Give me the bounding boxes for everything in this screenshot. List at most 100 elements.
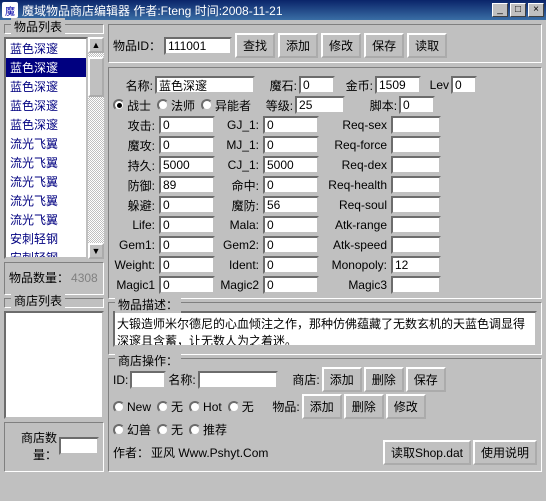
list-item[interactable]: 蓝色深邃 — [6, 39, 86, 58]
field-label: Gem1: — [113, 238, 157, 252]
close-button[interactable]: × — [528, 3, 544, 17]
radio-mage[interactable]: 法师 — [157, 97, 195, 114]
scroll-down-icon[interactable]: ▼ — [88, 243, 104, 259]
scroll-thumb[interactable] — [88, 57, 104, 97]
field-input[interactable] — [391, 256, 441, 274]
add-button[interactable]: 添加 — [278, 33, 318, 58]
list-item[interactable]: 流光飞翼 — [6, 134, 86, 153]
radio-none1[interactable]: 无 — [157, 398, 183, 415]
list-item[interactable]: 蓝色深邃 — [6, 58, 86, 77]
field-input[interactable] — [391, 116, 441, 134]
stone-label: 魔石: — [257, 77, 297, 94]
list-item[interactable]: 安刺轻钢 — [6, 229, 86, 248]
level-label: 等级: — [257, 97, 293, 114]
field-label: Atk-speed — [321, 238, 389, 252]
field-label: Ident: — [217, 258, 261, 272]
field-input[interactable] — [391, 216, 441, 234]
field-input[interactable] — [263, 236, 319, 254]
radio-hot[interactable]: Hot — [189, 400, 222, 414]
field-label: Magic2 — [217, 278, 261, 292]
field-input[interactable] — [391, 196, 441, 214]
field-input[interactable] — [263, 176, 319, 194]
list-item[interactable]: 蓝色深邃 — [6, 77, 86, 96]
field-input[interactable] — [159, 136, 215, 154]
level-input[interactable] — [295, 96, 345, 114]
shop-add-button[interactable]: 添加 — [322, 367, 362, 392]
list-item[interactable]: 安刺轻钢 — [6, 248, 86, 259]
item-listbox[interactable]: 蓝色深邃蓝色深邃蓝色深邃蓝色深邃蓝色深邃流光飞翼流光飞翼流光飞翼流光飞翼流光飞翼… — [4, 37, 88, 259]
scroll-up-icon[interactable]: ▲ — [88, 37, 104, 53]
field-input[interactable] — [159, 216, 215, 234]
name-input[interactable] — [155, 76, 255, 94]
list-item[interactable]: 流光飞翼 — [6, 153, 86, 172]
field-input[interactable] — [391, 156, 441, 174]
shop-count-input[interactable] — [59, 437, 99, 455]
field-label: 躲避: — [113, 197, 157, 214]
find-button[interactable]: 查找 — [235, 33, 275, 58]
author-value: 亚风 Www.Pshyt.Com — [151, 444, 268, 461]
shop-count-label: 商店数量： — [9, 429, 57, 463]
desc-textarea[interactable] — [113, 311, 537, 347]
field-input[interactable] — [263, 196, 319, 214]
list-item[interactable]: 流光飞翼 — [6, 191, 86, 210]
radio-fantasy[interactable]: 幻兽 — [113, 421, 151, 438]
help-button[interactable]: 使用说明 — [473, 440, 537, 465]
radio-none3[interactable]: 无 — [157, 421, 183, 438]
item-modify-button[interactable]: 修改 — [386, 394, 426, 419]
shop-save-button[interactable]: 保存 — [406, 367, 446, 392]
radio-rec[interactable]: 推荐 — [189, 421, 227, 438]
shop-listbox[interactable] — [4, 311, 104, 419]
shop-del-button[interactable]: 删除 — [364, 367, 404, 392]
item-add-button[interactable]: 添加 — [302, 394, 342, 419]
scrollbar[interactable]: ▲ ▼ — [88, 37, 104, 259]
item-label: 物品: — [260, 398, 300, 415]
field-input[interactable] — [159, 256, 215, 274]
field-input[interactable] — [391, 176, 441, 194]
item-count-value: 4308 — [71, 271, 98, 285]
list-item[interactable]: 流光飞翼 — [6, 172, 86, 191]
field-label: Req-dex — [321, 158, 389, 172]
shop-name-input[interactable] — [198, 371, 278, 389]
stone-input[interactable] — [299, 76, 335, 94]
field-input[interactable] — [159, 176, 215, 194]
field-input[interactable] — [159, 196, 215, 214]
lev-label: Lev — [423, 78, 449, 92]
lev-input[interactable] — [451, 76, 477, 94]
field-input[interactable] — [391, 276, 441, 294]
field-input[interactable] — [263, 156, 319, 174]
read-shop-button[interactable]: 读取Shop.dat — [383, 440, 471, 465]
field-input[interactable] — [391, 136, 441, 154]
radio-new[interactable]: New — [113, 400, 151, 414]
item-id-label: 物品ID： — [113, 37, 161, 54]
radio-warrior[interactable]: 战士 — [113, 97, 151, 114]
list-item[interactable]: 蓝色深邃 — [6, 115, 86, 134]
field-input[interactable] — [263, 256, 319, 274]
field-input[interactable] — [159, 156, 215, 174]
field-input[interactable] — [263, 276, 319, 294]
shoplist-title: 商店列表 — [11, 292, 65, 309]
minimize-button[interactable]: _ — [492, 3, 508, 17]
field-input[interactable] — [391, 236, 441, 254]
field-input[interactable] — [263, 216, 319, 234]
list-item[interactable]: 流光飞翼 — [6, 210, 86, 229]
read-button[interactable]: 读取 — [407, 33, 447, 58]
field-input[interactable] — [263, 136, 319, 154]
field-input[interactable] — [159, 276, 215, 294]
field-input[interactable] — [159, 236, 215, 254]
radio-none2[interactable]: 无 — [228, 398, 254, 415]
save-button[interactable]: 保存 — [364, 33, 404, 58]
name-label: 名称: — [113, 77, 153, 94]
list-item[interactable]: 蓝色深邃 — [6, 96, 86, 115]
field-input[interactable] — [263, 116, 319, 134]
script-label: 脚本: — [347, 97, 397, 114]
shop-id-input[interactable] — [130, 371, 166, 389]
script-input[interactable] — [399, 96, 435, 114]
item-id-input[interactable] — [164, 37, 232, 55]
field-label: 魔防: — [217, 197, 261, 214]
maximize-button[interactable]: □ — [510, 3, 526, 17]
item-del-button[interactable]: 删除 — [344, 394, 384, 419]
modify-button[interactable]: 修改 — [321, 33, 361, 58]
field-input[interactable] — [159, 116, 215, 134]
gold-input[interactable] — [375, 76, 421, 94]
radio-esper[interactable]: 异能者 — [201, 97, 251, 114]
